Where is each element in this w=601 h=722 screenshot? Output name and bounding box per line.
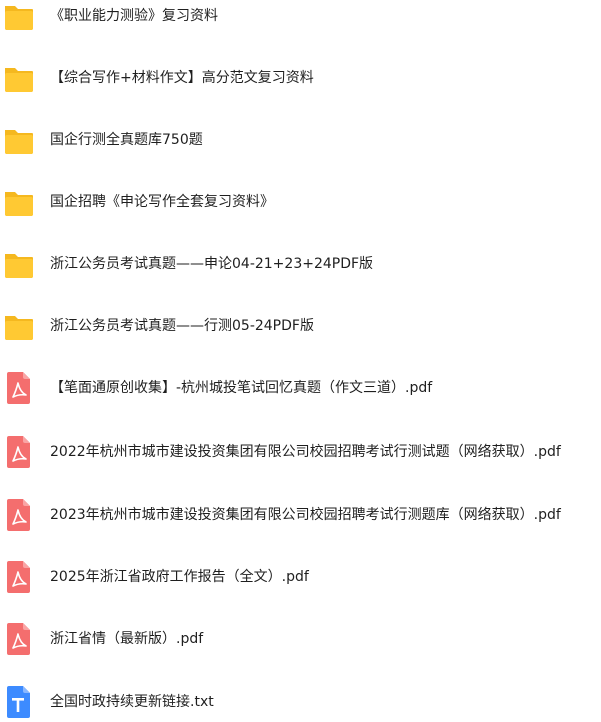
file-row-folder[interactable]: 【综合写作+材料作文】高分范文复习资料 — [0, 58, 601, 98]
file-row-pdf[interactable]: 2023年杭州市城市建设投资集团有限公司校园招聘考试行测题库（网络获取）.pdf — [0, 495, 601, 535]
folder-icon — [4, 184, 34, 220]
pdf-file-icon — [4, 559, 34, 595]
file-name[interactable]: 《职业能力测验》复习资料 — [50, 0, 218, 36]
file-name[interactable]: 【笔面通原创收集】-杭州城投笔试回忆真题（作文三道）.pdf — [50, 368, 432, 408]
file-name[interactable]: 浙江公务员考试真题——申论04-21+23+24PDF版 — [50, 244, 373, 284]
pdf-file-icon — [4, 370, 34, 406]
file-row-folder[interactable]: 浙江公务员考试真题——申论04-21+23+24PDF版 — [0, 244, 601, 284]
file-row-pdf[interactable]: 【笔面通原创收集】-杭州城投笔试回忆真题（作文三道）.pdf — [0, 368, 601, 408]
file-row-pdf[interactable]: 浙江省情（最新版）.pdf — [0, 619, 601, 659]
folder-icon — [4, 0, 34, 34]
file-name[interactable]: 国企招聘《申论写作全套复习资料》 — [50, 182, 274, 222]
file-name[interactable]: 全国时政持续更新链接.txt — [50, 682, 214, 722]
file-row-folder[interactable]: 浙江公务员考试真题——行测05-24PDF版 — [0, 306, 601, 346]
file-name[interactable]: 国企行测全真题库750题 — [50, 120, 203, 160]
file-row-pdf[interactable]: 2022年杭州市城市建设投资集团有限公司校园招聘考试行测试题（网络获取）.pdf — [0, 432, 601, 472]
folder-icon — [4, 60, 34, 96]
file-row-txt[interactable]: 全国时政持续更新链接.txt — [0, 682, 601, 722]
file-name[interactable]: 浙江公务员考试真题——行测05-24PDF版 — [50, 306, 314, 346]
file-name[interactable]: 【综合写作+材料作文】高分范文复习资料 — [50, 58, 314, 98]
file-name[interactable]: 2023年杭州市城市建设投资集团有限公司校园招聘考试行测题库（网络获取）.pdf — [50, 495, 561, 535]
file-row-folder[interactable]: 国企行测全真题库750题 — [0, 120, 601, 160]
file-name[interactable]: 2022年杭州市城市建设投资集团有限公司校园招聘考试行测试题（网络获取）.pdf — [50, 432, 561, 472]
file-name[interactable]: 浙江省情（最新版）.pdf — [50, 619, 203, 659]
pdf-file-icon — [4, 434, 34, 470]
file-row-pdf[interactable]: 2025年浙江省政府工作报告（全文）.pdf — [0, 557, 601, 597]
folder-icon — [4, 308, 34, 344]
file-name[interactable]: 2025年浙江省政府工作报告（全文）.pdf — [50, 557, 309, 597]
folder-icon — [4, 246, 34, 282]
file-row-folder[interactable]: 《职业能力测验》复习资料 — [0, 0, 601, 36]
pdf-file-icon — [4, 497, 34, 533]
file-list: 《职业能力测验》复习资料 【综合写作+材料作文】高分范文复习资料 国企行测全真题… — [0, 0, 601, 719]
pdf-file-icon — [4, 621, 34, 657]
folder-icon — [4, 122, 34, 158]
text-file-icon — [4, 684, 34, 720]
file-row-folder[interactable]: 国企招聘《申论写作全套复习资料》 — [0, 182, 601, 222]
